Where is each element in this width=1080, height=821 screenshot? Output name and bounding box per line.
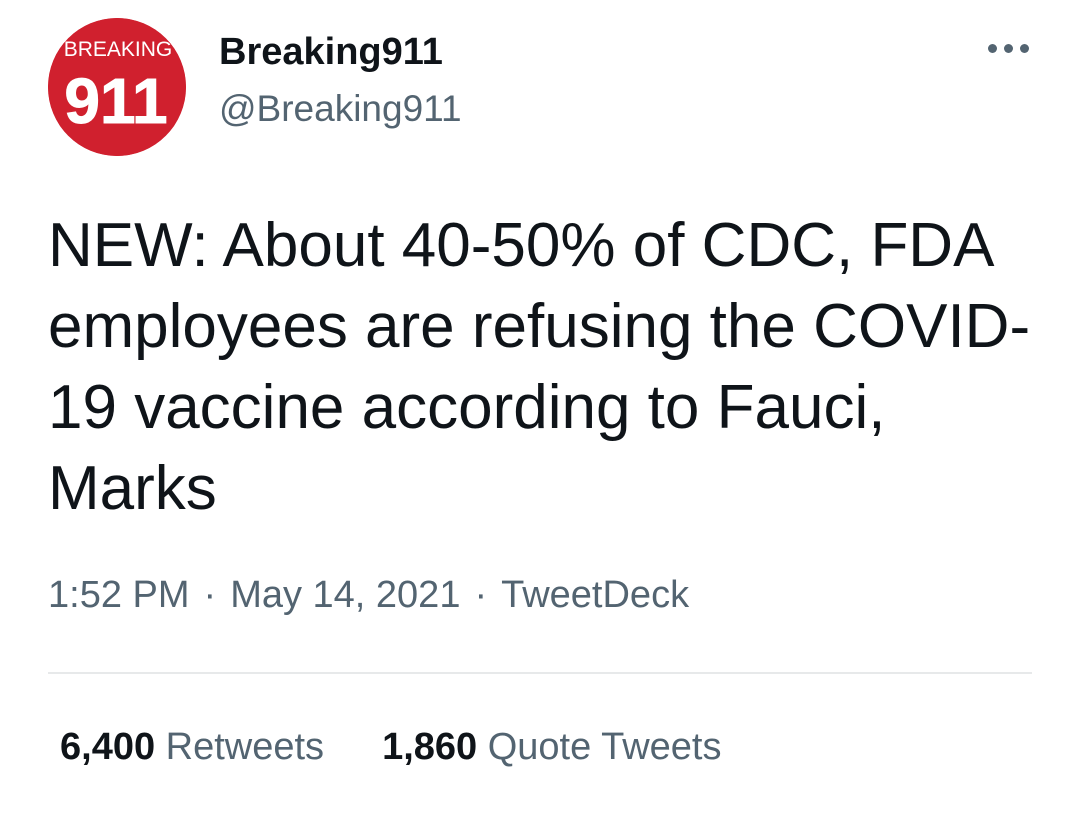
- avatar-breaking-text: BREAKING: [64, 38, 173, 61]
- tweet-stats: 6,400 Retweets 1,860 Quote Tweets: [60, 722, 722, 772]
- author-display-name[interactable]: Breaking911: [219, 30, 443, 74]
- author-handle[interactable]: @Breaking911: [219, 87, 462, 131]
- metadata-separator: ·: [474, 574, 488, 616]
- more-options-button[interactable]: [982, 30, 1034, 66]
- ellipsis-icon: [987, 43, 997, 53]
- ellipsis-icon: [1019, 43, 1029, 53]
- tweet-time[interactable]: 1:52 PM: [48, 574, 190, 616]
- quote-tweets-label: Quote Tweets: [487, 726, 722, 768]
- breaking911-logo: BREAKING 911: [48, 18, 186, 156]
- metadata-separator: ·: [203, 574, 217, 616]
- tweet-source[interactable]: TweetDeck: [501, 574, 689, 616]
- ellipsis-icon: [1003, 43, 1013, 53]
- quote-tweets-stat[interactable]: 1,860 Quote Tweets: [382, 722, 721, 772]
- divider: [48, 672, 1032, 674]
- tweet-date[interactable]: May 14, 2021: [230, 574, 460, 616]
- retweets-count: 6,400: [60, 726, 156, 768]
- tweet-text: NEW: About 40-50% of CDC, FDA employees …: [48, 211, 1031, 523]
- avatar-911-text: 911: [64, 65, 167, 137]
- tweet-metadata: 1:52 PM · May 14, 2021 · TweetDeck: [48, 570, 689, 620]
- author-avatar[interactable]: BREAKING 911: [48, 18, 186, 156]
- retweets-label: Retweets: [165, 726, 325, 768]
- quote-tweets-count: 1,860: [382, 726, 478, 768]
- retweets-stat[interactable]: 6,400 Retweets: [60, 722, 324, 772]
